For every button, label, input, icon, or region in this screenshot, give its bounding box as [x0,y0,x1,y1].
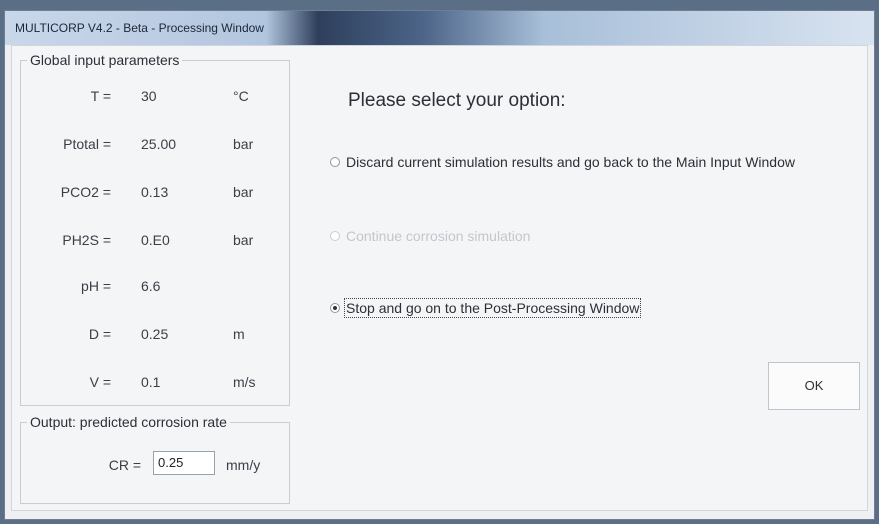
param-value: 0.E0 [141,232,170,248]
param-value: 6.6 [141,278,161,294]
param-label: pH = [81,278,111,294]
param-row-temperature: T = 30 °C [21,85,291,109]
param-unit: m/s [233,374,256,390]
param-value: 30 [141,88,157,104]
cr-unit: mm/y [226,457,261,473]
output-corrosion-rate-title: Output: predicted corrosion rate [27,414,230,430]
param-label: Ptotal = [63,136,111,152]
cr-label: CR = [108,457,141,473]
param-unit: bar [233,136,254,152]
option-prompt: Please select your option: [348,90,566,111]
param-value: 0.13 [141,184,169,200]
window-title: MULTICORP V4.2 - Beta - Processing Windo… [15,21,264,35]
param-unit: m [233,326,245,342]
option-label[interactable]: Discard current simulation results and g… [346,154,795,170]
radio-button-icon [330,231,340,241]
param-label: T = [90,88,111,104]
param-label: PH2S = [62,232,111,248]
title-bar[interactable]: MULTICORP V4.2 - Beta - Processing Windo… [5,11,874,45]
param-row-pco2: PCO2 = 0.13 bar [21,181,291,205]
param-value: 25.00 [141,136,177,152]
param-row-ph: pH = 6.6 [21,275,291,299]
param-value: 0.25 [141,326,169,342]
param-row-ph2s: PH2S = 0.E0 bar [21,229,291,253]
radio-button-icon[interactable] [330,157,340,167]
param-label: PCO2 = [60,184,111,200]
window-client-area: Global input parameters T = 30 °C Ptotal… [11,45,868,511]
param-row-diameter: D = 0.25 m [21,323,291,347]
param-label: V = [89,374,111,390]
param-unit: °C [233,88,249,104]
param-row-ptotal: Ptotal = 25.00 bar [21,133,291,157]
cr-value-field[interactable]: 0.25 [153,451,215,475]
global-input-parameters-group: Global input parameters T = 30 °C Ptotal… [20,52,291,406]
option-label: Continue corrosion simulation [346,228,531,244]
radio-button-selected-icon[interactable] [330,303,340,313]
output-corrosion-rate-group: Output: predicted corrosion rate CR = 0.… [20,414,290,504]
param-label: D = [88,326,111,342]
processing-window: MULTICORP V4.2 - Beta - Processing Windo… [4,10,875,520]
param-row-velocity: V = 0.1 m/s [21,371,291,395]
param-unit: bar [233,232,254,248]
option-label[interactable]: Stop and go on to the Post-Processing Wi… [343,298,642,318]
global-input-parameters-title: Global input parameters [27,52,183,68]
ok-button[interactable]: OK [768,362,860,410]
param-value: 0.1 [141,374,161,390]
param-unit: bar [233,184,254,200]
